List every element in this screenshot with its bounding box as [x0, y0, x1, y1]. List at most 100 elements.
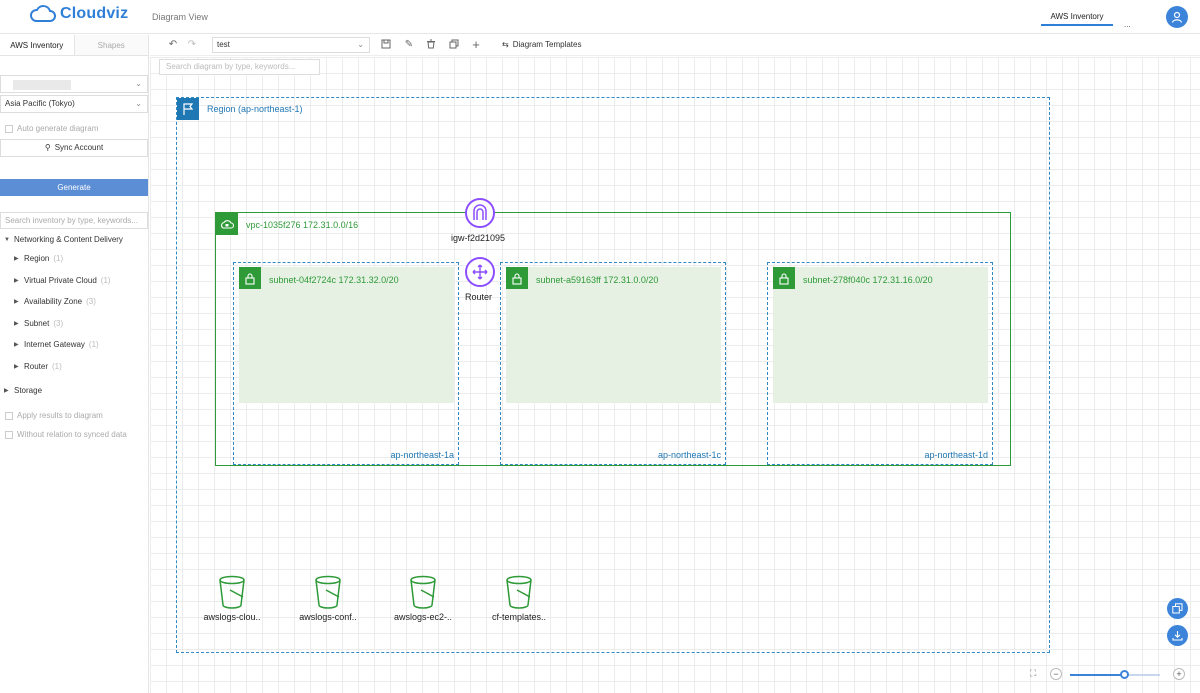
router-node[interactable]: [465, 257, 495, 287]
tree-item-vpc[interactable]: ▶ Virtual Private Cloud (1): [14, 276, 111, 285]
sync-account-button[interactable]: ⚲ Sync Account: [0, 139, 148, 157]
s3-bucket-icon[interactable]: [313, 575, 343, 609]
az-label: ap-northeast-1a: [390, 450, 454, 460]
apply-results-label: Apply results to diagram: [17, 411, 103, 420]
region-select[interactable]: Asia Pacific (Tokyo) ⌄: [0, 95, 148, 113]
apply-results-checkbox[interactable]: [5, 411, 13, 420]
auto-generate-checkbox[interactable]: [5, 124, 13, 133]
zoom-out-button[interactable]: −: [1050, 668, 1062, 680]
without-relation-row[interactable]: Without relation to synced data: [5, 430, 127, 439]
tree-item-storage[interactable]: ▶ Storage: [4, 386, 42, 395]
tab-aws-inventory[interactable]: AWS Inventory: [1041, 8, 1113, 26]
tree-label: Networking & Content Delivery: [14, 235, 123, 244]
without-relation-checkbox[interactable]: [5, 430, 13, 439]
edit-icon[interactable]: ✎: [403, 39, 415, 51]
app-name: Cloudviz: [60, 5, 129, 22]
bucket-label: awslogs-conf..: [299, 612, 357, 622]
router-label: Router: [465, 292, 493, 302]
chevron-down-icon: ⌄: [135, 99, 142, 108]
tree-item-networking[interactable]: ▼ Networking & Content Delivery: [4, 235, 123, 244]
zoom-in-button[interactable]: +: [1173, 668, 1185, 680]
zoom-control: ⛶ − +: [1028, 668, 1188, 682]
fit-screen-icon[interactable]: ⛶: [1030, 668, 1036, 679]
redo-icon[interactable]: ↷: [186, 39, 198, 51]
search-icon: ⚲: [44, 143, 51, 152]
caret-right-icon: ▶: [4, 388, 9, 394]
copy-diagram-button[interactable]: [1167, 598, 1188, 619]
diagram-templates-button[interactable]: ⇆ Diagram Templates: [502, 40, 581, 49]
app-logo[interactable]: Cloudviz: [30, 5, 128, 23]
tree-count: (1): [88, 340, 99, 349]
gateway-icon: [473, 204, 487, 220]
save-icon[interactable]: [380, 39, 392, 51]
region-select-value: Asia Pacific (Tokyo): [5, 99, 75, 108]
diagram-toolbar: ↶ ↷ test ⌄ ✎ + ⇆ Diagram Templates: [150, 35, 1200, 56]
copy-icon: [1172, 603, 1183, 614]
bucket-label: cf-templates..: [491, 612, 547, 622]
caret-right-icon: ▶: [14, 256, 19, 262]
tree-item-region[interactable]: ▶ Region (1): [14, 254, 63, 263]
az-label: ap-northeast-1c: [657, 450, 721, 460]
download-icon: [1172, 631, 1183, 641]
download-button[interactable]: [1167, 625, 1188, 646]
undo-icon[interactable]: ↶: [167, 39, 179, 51]
az-label: ap-northeast-1d: [924, 450, 988, 460]
link-icon: ⇆: [502, 40, 509, 49]
caret-right-icon: ▶: [14, 342, 19, 348]
subnet[interactable]: subnet-04f2724c 172.31.32.0/20: [239, 267, 454, 403]
tree-label: Storage: [14, 386, 43, 395]
caret-right-icon: ▶: [14, 321, 19, 327]
bucket-label: awslogs-clou..: [203, 612, 261, 622]
user-icon: [1171, 11, 1183, 23]
tree-label: Subnet: [24, 319, 50, 328]
internet-gateway-node[interactable]: [465, 198, 495, 228]
copy-icon[interactable]: [448, 39, 460, 51]
s3-bucket-icon[interactable]: [504, 575, 534, 609]
more-menu[interactable]: ...: [1124, 20, 1131, 29]
apply-results-row[interactable]: Apply results to diagram: [5, 411, 103, 420]
chevron-down-icon: ⌄: [357, 40, 364, 49]
tree-item-az[interactable]: ▶ Availability Zone (3): [14, 297, 96, 306]
lock-icon: [773, 267, 795, 289]
sync-account-label: Sync Account: [54, 143, 104, 152]
tree-count: (1): [53, 254, 64, 263]
account-select[interactable]: ⌄: [0, 75, 148, 93]
s3-bucket-icon[interactable]: [408, 575, 438, 609]
sidebar-tabs: AWS Inventory Shapes: [0, 35, 148, 56]
region-flag-icon: [177, 98, 199, 120]
top-bar: Cloudviz Diagram View AWS Inventory ...: [0, 0, 1200, 34]
tree-count: (1): [52, 362, 62, 371]
zoom-slider-handle[interactable]: [1120, 670, 1129, 679]
tree-item-subnet[interactable]: ▶ Subnet (3): [14, 319, 63, 328]
subnet[interactable]: subnet-278f040c 172.31.16.0/20: [773, 267, 988, 403]
auto-generate-row[interactable]: Auto generate diagram: [5, 124, 98, 133]
lock-icon: [506, 267, 528, 289]
bucket-label: awslogs-ec2-..: [393, 612, 453, 622]
diagram-search-input[interactable]: Search diagram by type, keywords...: [159, 59, 320, 75]
chevron-down-icon: ⌄: [135, 79, 142, 88]
avatar[interactable]: [1166, 6, 1188, 28]
tree-label: Availability Zone: [24, 297, 83, 306]
delete-icon[interactable]: [425, 39, 437, 51]
region-label: Region (ap-northeast-1): [207, 104, 303, 114]
inventory-search-input[interactable]: Search inventory by type, keywords...: [0, 212, 148, 229]
zoom-fill: [1070, 674, 1124, 676]
s3-bucket-icon[interactable]: [217, 575, 247, 609]
without-relation-label: Without relation to synced data: [17, 430, 127, 439]
tab-shapes[interactable]: Shapes: [73, 35, 148, 55]
page-title: Diagram View: [152, 12, 208, 22]
tab-aws-inventory-side[interactable]: AWS Inventory: [0, 35, 74, 55]
subnet-label: subnet-278f040c 172.31.16.0/20: [803, 275, 933, 285]
diagram-select[interactable]: test ⌄: [212, 37, 370, 53]
subnet[interactable]: subnet-a59163ff 172.31.0.0/20: [506, 267, 721, 403]
tree-item-router[interactable]: ▶ Router (1): [14, 362, 62, 371]
vpc-label: vpc-1035f276 172.31.0.0/16: [246, 220, 359, 230]
tree-count: (1): [100, 276, 111, 285]
diagram-select-value: test: [217, 40, 230, 49]
diagram-templates-label: Diagram Templates: [512, 40, 582, 49]
generate-button[interactable]: Generate: [0, 179, 148, 196]
tree-item-internet-gateway[interactable]: ▶ Internet Gateway (1): [14, 340, 99, 349]
add-icon[interactable]: +: [470, 38, 482, 51]
tree-count: (3): [86, 297, 96, 306]
router-icon: [472, 264, 488, 280]
